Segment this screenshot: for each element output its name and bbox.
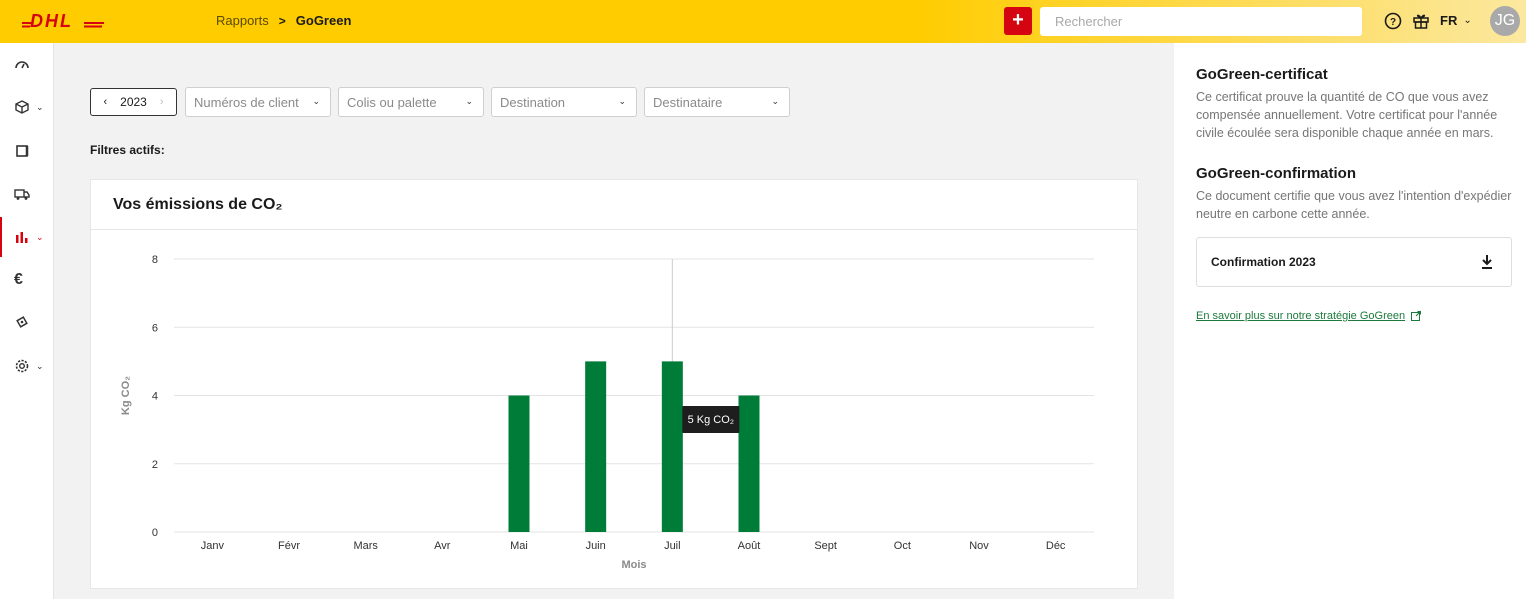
chevron-down-icon: ⌄ [1463, 15, 1472, 26]
x-tick-label: Mai [510, 540, 528, 552]
y-tick-label: 8 [152, 254, 158, 266]
package-icon [15, 100, 29, 114]
help-icon[interactable]: ? [1384, 12, 1402, 30]
dashboard-gauge-icon [15, 61, 29, 69]
active-filters-label: Filtres actifs: [90, 143, 165, 157]
sidebar-item-settings[interactable]: ⌄ [0, 346, 54, 386]
destination-filter[interactable]: Destination ⌄ [491, 87, 637, 117]
bar-août [738, 395, 760, 532]
chevron-down-icon: ⌄ [36, 231, 44, 242]
breadcrumb-separator: > [278, 13, 286, 28]
document-icon [16, 145, 29, 157]
language-label: FR [1440, 13, 1458, 28]
gift-icon[interactable] [1412, 12, 1430, 30]
bar-mai [508, 395, 530, 532]
x-tick-label: Déc [1046, 540, 1066, 552]
dhl-logo[interactable]: DHL [22, 10, 104, 32]
x-tick-label: Juin [586, 540, 606, 552]
bar-juil [661, 361, 683, 532]
confirmation-document-label: Confirmation 2023 [1211, 255, 1316, 269]
language-selector[interactable]: FR ⌄ [1440, 13, 1472, 28]
gogreen-strategy-link-label: En savoir plus sur notre stratégie GoGre… [1196, 310, 1406, 322]
filter-label: Colis ou palette [347, 94, 437, 110]
chevron-down-icon: ⌄ [618, 96, 626, 106]
download-icon[interactable] [1479, 254, 1495, 270]
x-tick-label: Juil [664, 540, 681, 552]
filter-label: Destinataire [653, 94, 723, 110]
y-tick-label: 6 [152, 322, 158, 334]
x-tick-label: Avr [434, 540, 451, 552]
svg-text:?: ? [1390, 17, 1396, 28]
right-info-panel: GoGreen-certificat Ce certificat prouve … [1174, 43, 1526, 599]
breadcrumb-link-rapports[interactable]: Rapports [216, 13, 269, 28]
next-year-button[interactable]: › [160, 96, 164, 108]
x-tick-label: Sept [814, 540, 837, 552]
add-button[interactable]: + [1004, 7, 1032, 35]
euro-icon: € [14, 271, 23, 288]
y-tick-label: 4 [152, 391, 158, 403]
sidebar: ⌄ ⌄ € ⌄ [0, 43, 54, 599]
breadcrumb-current: GoGreen [295, 13, 352, 28]
x-tick-label: Août [738, 540, 761, 552]
recipient-filter[interactable]: Destinataire ⌄ [644, 87, 790, 117]
sidebar-item-tickets[interactable] [0, 302, 54, 342]
sidebar-item-billing[interactable]: € [0, 260, 54, 300]
previous-year-button[interactable]: ‹ [103, 96, 107, 108]
top-bar: DHL Rapports > GoGreen + ? FR ⌄ JG [0, 0, 1526, 43]
chevron-down-icon: ⌄ [36, 360, 44, 371]
y-tick-label: 2 [152, 459, 158, 471]
y-tick-label: 0 [152, 527, 158, 539]
chevron-down-icon: ⌄ [36, 101, 44, 112]
sidebar-item-shipments[interactable]: ⌄ [0, 87, 54, 127]
sidebar-item-pickups[interactable] [0, 174, 54, 214]
gogreen-strategy-link[interactable]: En savoir plus sur notre stratégie GoGre… [1196, 310, 1422, 322]
tooltip-text: 5 Kg CO₂ [688, 414, 734, 426]
external-link-icon [1411, 311, 1422, 321]
certificate-title: GoGreen-certificat [1196, 66, 1328, 83]
x-tick-label: Févr [278, 540, 300, 552]
x-tick-label: Janv [201, 540, 225, 552]
x-tick-label: Nov [969, 540, 989, 552]
chart-card-title: Vos émissions de CO₂ [91, 180, 1137, 230]
settings-gear-icon [15, 359, 29, 373]
chevron-down-icon: ⌄ [771, 96, 779, 106]
filter-label: Numéros de client [194, 94, 299, 110]
emissions-bar-chart: 0 2 4 6 8 Janv Févr Mars Avr Mai Juin Juil Août Sept O… [120, 254, 1094, 571]
confirmation-description: Ce document certifie que vous avez l'int… [1196, 189, 1512, 221]
bar-chart-icon [16, 232, 28, 243]
parcel-or-pallet-filter[interactable]: Colis ou palette ⌄ [338, 87, 484, 117]
emissions-chart-card: Vos émissions de CO₂ 0 2 4 6 8 Janv Févr Mars Av… [90, 179, 1138, 589]
truck-icon [14, 189, 30, 200]
confirmation-title: GoGreen-confirmation [1196, 165, 1357, 182]
bar-juin [585, 361, 607, 532]
sidebar-item-documents[interactable] [0, 131, 54, 171]
confirmation-document-item[interactable]: Confirmation 2023 [1196, 237, 1512, 287]
sidebar-item-dashboard[interactable] [0, 45, 54, 85]
x-tick-label: Mars [353, 540, 378, 552]
chevron-down-icon: ⌄ [465, 96, 473, 106]
x-axis-title: Mois [621, 559, 646, 571]
avatar[interactable]: JG [1490, 6, 1520, 36]
certificate-description: Ce certificat prouve la quantité de CO q… [1196, 90, 1498, 140]
customer-number-filter[interactable]: Numéros de client ⌄ [185, 87, 331, 117]
main-content: ‹ 2023 › Numéros de client ⌄ Colis ou pa… [54, 43, 1174, 599]
ticket-icon [16, 316, 28, 328]
filter-label: Destination [500, 94, 566, 110]
x-tick-label: Oct [894, 540, 911, 552]
svg-text:DHL: DHL [30, 11, 73, 31]
y-axis-title: Kg CO₂ [120, 376, 132, 415]
year-value: 2023 [120, 95, 147, 109]
breadcrumb: Rapports > GoGreen [216, 13, 351, 28]
sidebar-item-reports[interactable]: ⌄ [0, 217, 54, 257]
chevron-down-icon: ⌄ [312, 96, 320, 106]
year-picker[interactable]: ‹ 2023 › [90, 88, 177, 116]
search-input[interactable] [1040, 7, 1362, 36]
